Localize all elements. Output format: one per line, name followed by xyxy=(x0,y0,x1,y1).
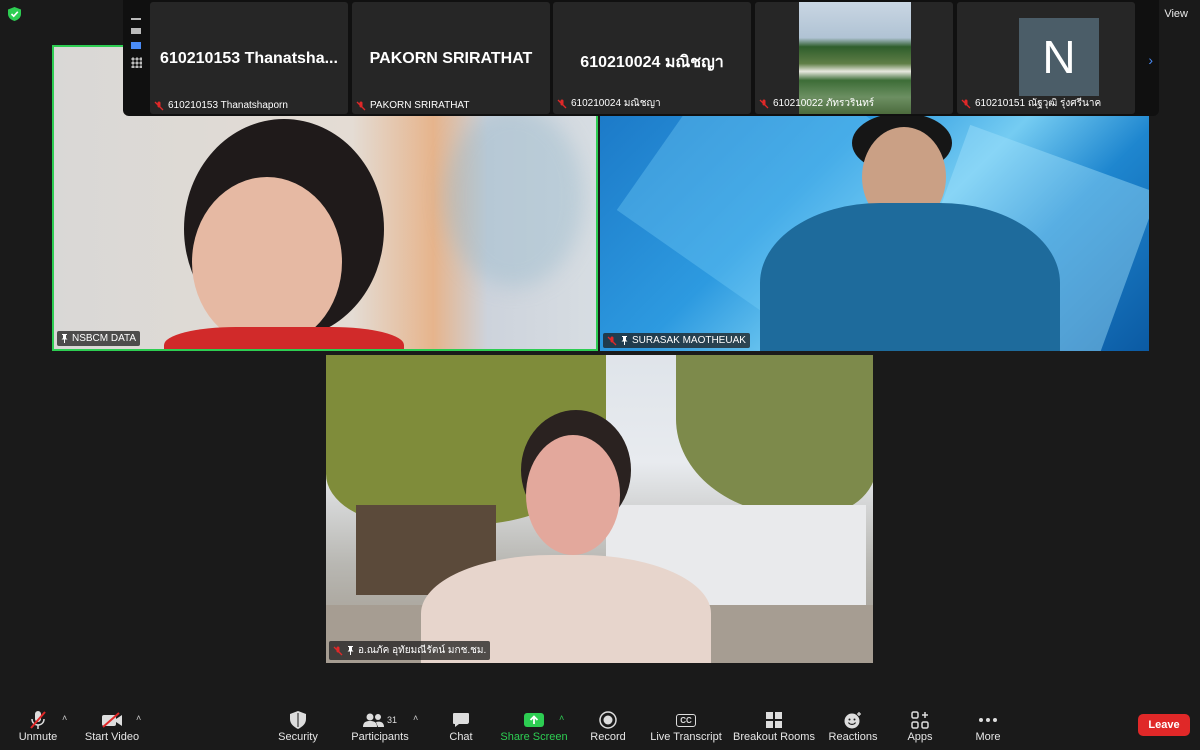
start-video-label: Start Video xyxy=(84,731,140,743)
mic-muted-icon xyxy=(607,336,617,345)
share-screen-label: Share Screen xyxy=(500,731,568,743)
mic-muted-icon xyxy=(30,711,46,729)
participant-caption: PAKORN SRIRATHAT xyxy=(356,100,469,111)
participants-icon xyxy=(362,713,384,727)
participants-options-chevron-icon[interactable]: ˄ xyxy=(413,713,418,723)
mic-muted-icon xyxy=(356,101,366,110)
pin-icon xyxy=(61,334,68,343)
share-screen-icon xyxy=(524,713,544,727)
strip-tile[interactable]: PAKORN SRIRATHAT PAKORN SRIRATHAT xyxy=(352,2,550,114)
start-video-button[interactable]: Start Video xyxy=(82,709,142,743)
participant-caption: 610210024 มณิชญา xyxy=(557,96,661,111)
hide-strip-icon[interactable] xyxy=(131,18,141,20)
strip-tile[interactable]: 610210024 มณิชญา 610210024 มณิชญา xyxy=(553,2,751,114)
audio-options-chevron-icon[interactable]: ˄ xyxy=(62,713,67,723)
participants-count: 31 xyxy=(386,715,397,725)
chat-bubble-icon xyxy=(453,713,469,727)
strip-tile[interactable]: 610210153 Thanatsha... 610210153 Thanats… xyxy=(150,2,348,114)
breakout-rooms-label: Breakout Rooms xyxy=(733,731,815,743)
security-label: Security xyxy=(278,731,318,743)
chat-label: Chat xyxy=(449,731,473,743)
mic-muted-icon xyxy=(557,99,567,108)
participant-name-large: 610210024 มณิชญา xyxy=(580,54,724,71)
video-off-icon xyxy=(102,712,122,728)
video-label: อ.ณภัค อุทัยมณีรัตน์ มกช.ชม. xyxy=(329,641,491,660)
participant-name-large: 610210153 Thanatsha... xyxy=(160,50,338,67)
pin-icon xyxy=(347,646,354,655)
record-button[interactable]: Record xyxy=(588,709,628,743)
participant-face xyxy=(526,435,620,555)
record-icon xyxy=(599,711,617,729)
breakout-rooms-button[interactable]: Breakout Rooms xyxy=(733,709,815,743)
participant-avatar: N xyxy=(1019,18,1099,96)
participant-strip: 610210153 Thanatsha... 610210153 Thanats… xyxy=(123,0,1159,116)
participant-shirt xyxy=(164,327,404,349)
more-label: More xyxy=(975,731,1001,743)
participant-caption: 610210151 ณัฐวุฒิ รุ่งศรีนาค xyxy=(961,96,1101,111)
strip-tile[interactable]: 610210022 ภัทรวรินทร์ xyxy=(755,2,953,114)
more-dots-icon xyxy=(979,718,997,722)
reactions-label: Reactions xyxy=(828,731,878,743)
participant-caption: 610210153 Thanatshaporn xyxy=(154,100,288,111)
live-transcript-button[interactable]: CC Live Transcript xyxy=(648,709,724,743)
breakout-rooms-icon xyxy=(766,712,782,728)
participant-face xyxy=(192,177,342,347)
background-blur xyxy=(444,107,584,287)
strip-view-icon[interactable] xyxy=(131,28,141,34)
chat-button[interactable]: Chat xyxy=(446,709,476,743)
apps-button[interactable]: Apps xyxy=(904,709,936,743)
participants-label: Participants xyxy=(351,731,409,743)
security-button[interactable]: Security xyxy=(276,709,320,743)
participant-name-large: PAKORN SRIRATHAT xyxy=(369,50,533,67)
share-options-chevron-icon[interactable]: ˄ xyxy=(559,713,564,723)
reactions-smiley-icon xyxy=(844,712,861,729)
pin-icon xyxy=(621,336,628,345)
video-options-chevron-icon[interactable]: ˄ xyxy=(136,713,141,723)
view-label: View xyxy=(1164,8,1188,20)
closed-caption-icon: CC xyxy=(676,713,696,727)
mic-muted-icon xyxy=(961,99,971,108)
participant-caption: 610210022 ภัทรวรินทร์ xyxy=(759,96,874,111)
leave-button[interactable]: Leave xyxy=(1138,714,1190,736)
gallery-view-icon[interactable] xyxy=(131,57,142,68)
video-label: NSBCM DATA xyxy=(57,331,141,346)
view-mode-controls[interactable] xyxy=(131,18,143,76)
reactions-button[interactable]: Reactions xyxy=(828,709,878,743)
tree-right xyxy=(676,355,873,515)
chevron-right-icon[interactable]: › xyxy=(1148,52,1153,68)
mic-muted-icon xyxy=(759,99,769,108)
speaker-view-icon[interactable] xyxy=(131,42,141,49)
unmute-button[interactable]: Unmute xyxy=(14,709,62,743)
participants-button[interactable]: 31 Participants xyxy=(348,709,412,743)
unmute-label: Unmute xyxy=(18,731,58,743)
view-button[interactable]: View xyxy=(1157,8,1188,20)
video-tile-napak[interactable]: อ.ณภัค อุทัยมณีรัตน์ มกช.ชม. xyxy=(326,355,873,663)
more-button[interactable]: More xyxy=(972,709,1004,743)
strip-tile[interactable]: N 610210151 ณัฐวุฒิ รุ่งศรีนาค xyxy=(957,2,1135,114)
encryption-shield-icon[interactable] xyxy=(8,7,21,21)
mic-muted-icon xyxy=(154,101,164,110)
participant-shirt xyxy=(760,203,1060,351)
record-label: Record xyxy=(590,731,626,743)
mic-muted-icon xyxy=(333,646,343,655)
video-tile-surasak[interactable]: SURASAK MAOTHEUAK xyxy=(600,113,1149,351)
apps-icon xyxy=(911,711,929,729)
live-transcript-label: Live Transcript xyxy=(650,731,722,743)
apps-label: Apps xyxy=(907,731,933,743)
security-shield-icon xyxy=(290,711,306,729)
share-screen-button[interactable]: Share Screen xyxy=(500,709,568,743)
video-label: SURASAK MAOTHEUAK xyxy=(603,333,750,348)
meeting-toolbar: Unmute ˄ Start Video ˄ Security 31 Parti… xyxy=(0,703,1200,750)
